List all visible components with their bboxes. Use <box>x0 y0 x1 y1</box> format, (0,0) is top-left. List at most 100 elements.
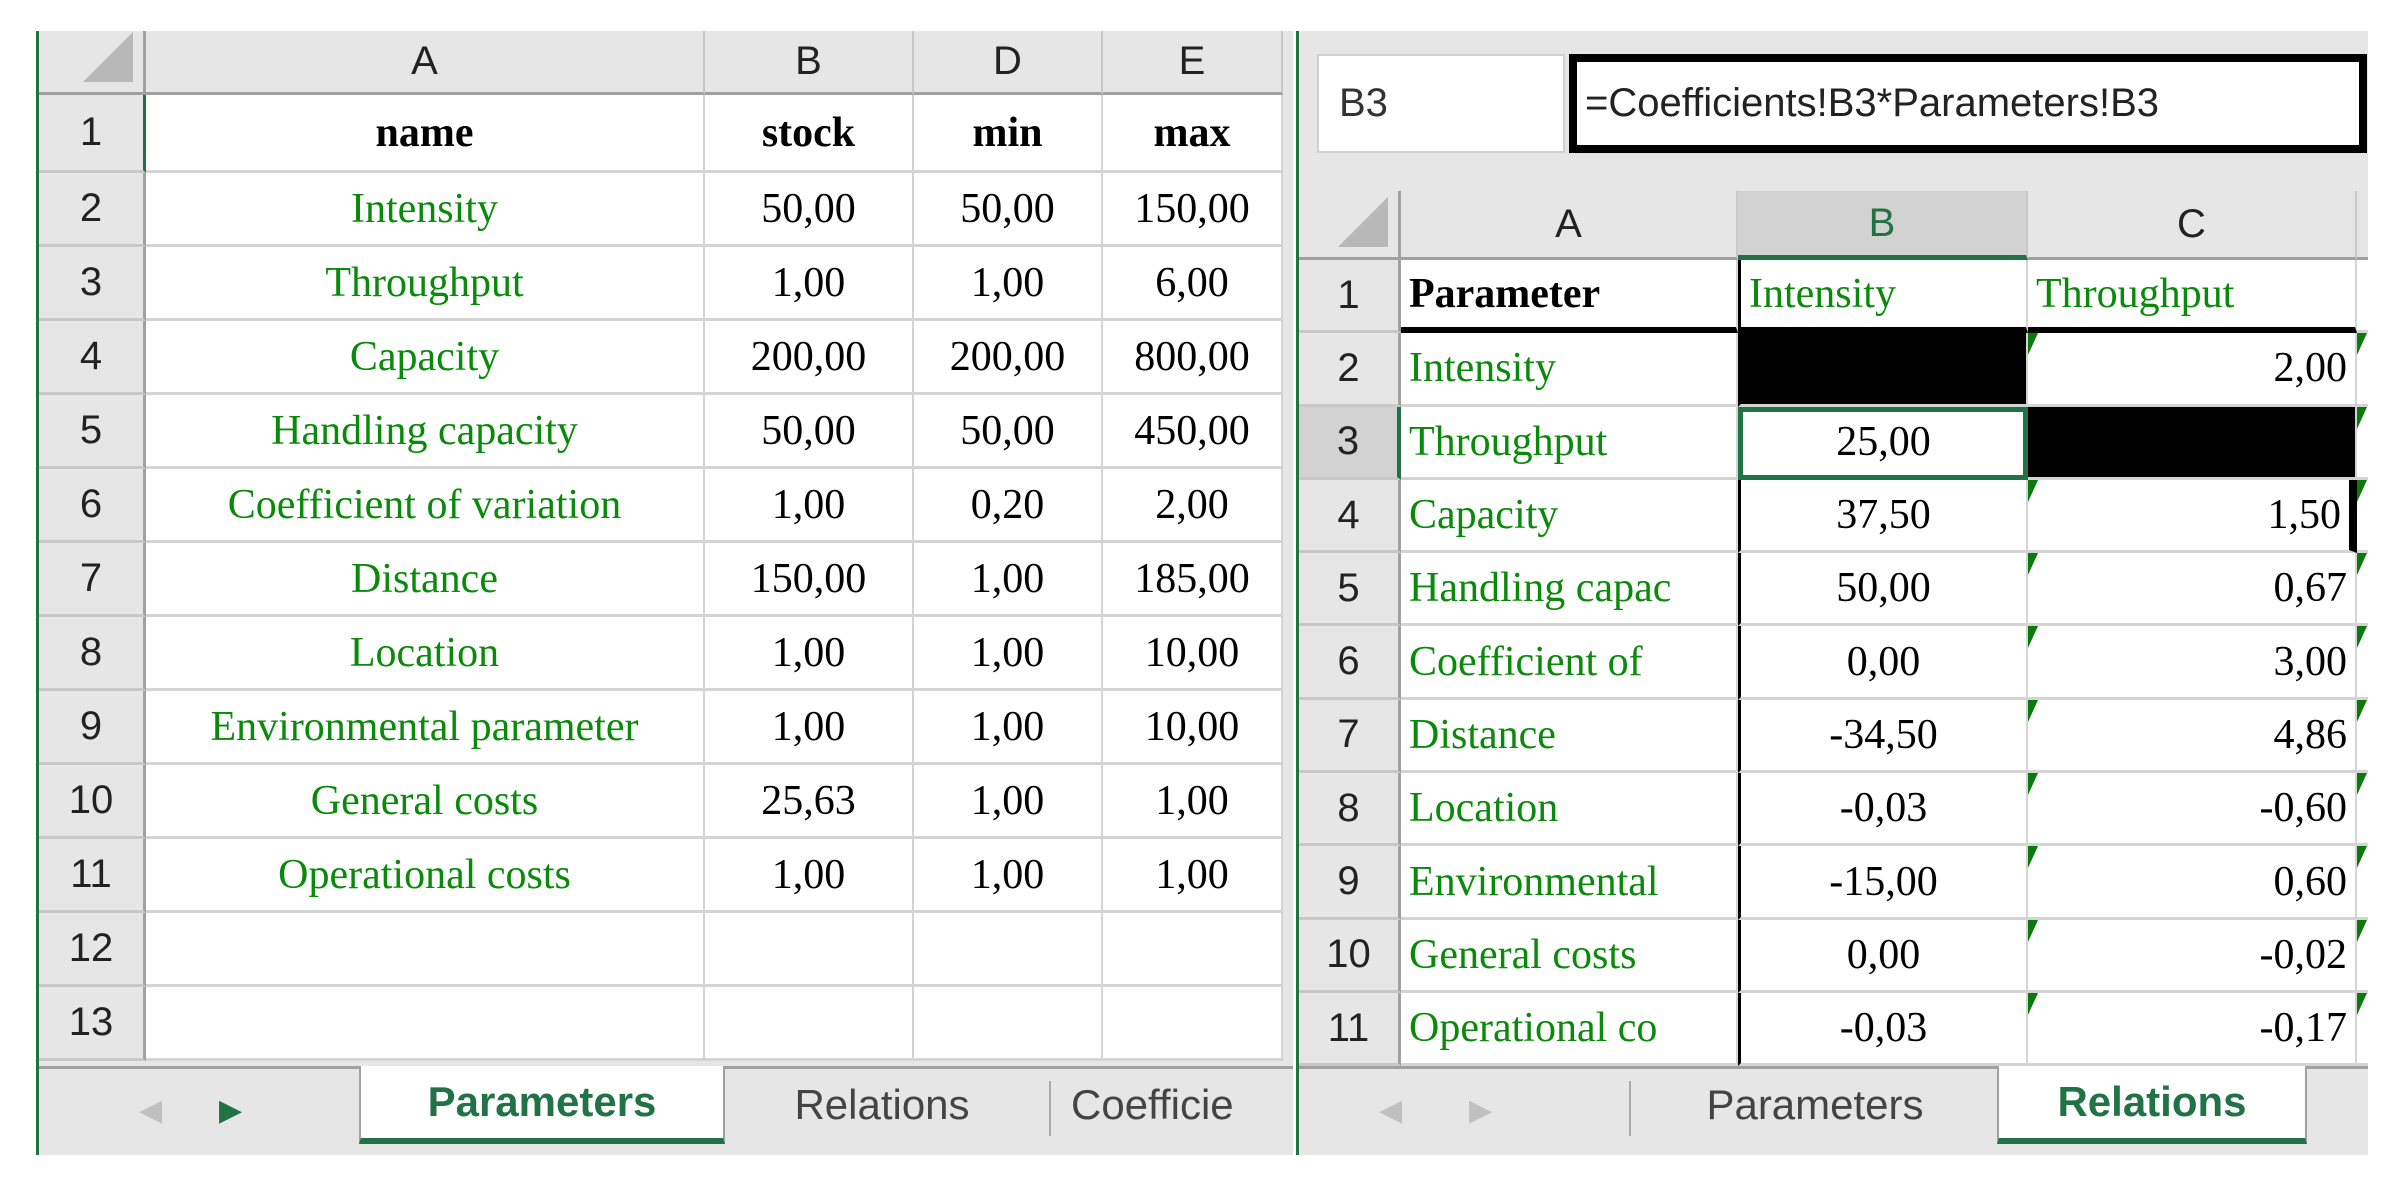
cell-d[interactable] <box>2357 846 2368 920</box>
column-header-a[interactable]: A <box>146 31 705 95</box>
cell[interactable]: -0,03 <box>1738 992 2028 1067</box>
row-header-4[interactable]: 4 <box>1299 479 1401 554</box>
cell[interactable]: 3,00 <box>2028 626 2357 700</box>
active-cell[interactable]: 25,00 <box>1738 406 2028 480</box>
cell[interactable]: 2,00 <box>2028 333 2357 407</box>
row-header-11[interactable]: 11 <box>39 839 146 913</box>
cell[interactable] <box>2028 406 2357 480</box>
cell-d[interactable] <box>2357 479 2368 554</box>
cell-d[interactable] <box>2357 699 2368 774</box>
cell[interactable] <box>1103 987 1283 1061</box>
tab-parameters[interactable]: Parameters <box>359 1066 725 1144</box>
cell[interactable]: -0,02 <box>2028 919 2357 993</box>
cell[interactable]: Intensity <box>1738 260 2028 334</box>
cell[interactable]: 50,00 <box>1738 553 2028 627</box>
cell-d[interactable] <box>2357 260 2368 334</box>
cell[interactable]: Coefficient of <box>1401 626 1738 700</box>
cell[interactable]: -0,60 <box>2028 773 2357 847</box>
cell[interactable]: 150,00 <box>1103 173 1283 247</box>
tab-parameters[interactable]: Parameters <box>1633 1066 1997 1144</box>
row-header-8[interactable]: 8 <box>39 617 146 691</box>
cell[interactable]: Throughput <box>146 247 705 321</box>
cell-d[interactable] <box>2357 919 2368 993</box>
cell[interactable]: 200,00 <box>705 321 914 395</box>
row-header-9[interactable]: 9 <box>1299 846 1401 920</box>
row-header-1[interactable]: 1 <box>1299 260 1401 334</box>
cell[interactable]: Environmental <box>1401 846 1738 920</box>
cell-d[interactable] <box>2357 626 2368 700</box>
cell-d[interactable] <box>2357 333 2368 407</box>
cell[interactable]: name <box>146 95 705 173</box>
cell[interactable]: 6,00 <box>1103 247 1283 321</box>
cell[interactable]: 10,00 <box>1103 691 1283 765</box>
select-all-corner[interactable] <box>39 31 146 95</box>
cell[interactable]: min <box>914 95 1103 173</box>
row-header-12[interactable]: 12 <box>39 913 146 987</box>
cell[interactable]: Parameter <box>1401 260 1738 334</box>
cell[interactable]: 1,00 <box>914 247 1103 321</box>
cell[interactable]: 1,00 <box>705 691 914 765</box>
name-box[interactable]: B3 <box>1317 54 1565 153</box>
cell[interactable]: Intensity <box>1401 333 1738 407</box>
cell[interactable]: Handling capac <box>1401 553 1738 627</box>
cell[interactable]: -34,50 <box>1738 699 2028 774</box>
cell-d[interactable] <box>2357 992 2368 1067</box>
cell[interactable]: -15,00 <box>1738 846 2028 920</box>
cell[interactable]: Distance <box>1401 699 1738 774</box>
formula-bar[interactable]: =Coefficients!B3*Parameters!B3 <box>1569 54 2367 153</box>
cell[interactable]: Environmental parameter <box>146 691 705 765</box>
cell[interactable]: Operational costs <box>146 839 705 913</box>
cell[interactable]: 4,86 <box>2028 699 2357 774</box>
cell[interactable]: 0,67 <box>2028 553 2357 627</box>
cell[interactable]: 25,63 <box>705 765 914 839</box>
row-header-2[interactable]: 2 <box>39 173 146 247</box>
cell[interactable]: 50,00 <box>914 173 1103 247</box>
cell[interactable] <box>914 913 1103 987</box>
cell[interactable] <box>705 913 914 987</box>
cell[interactable] <box>146 913 705 987</box>
column-header-c[interactable]: C <box>2028 191 2357 260</box>
row-header-7[interactable]: 7 <box>1299 699 1401 774</box>
cell[interactable]: Location <box>146 617 705 691</box>
cell[interactable]: 1,00 <box>914 765 1103 839</box>
cell[interactable]: 2,00 <box>1103 469 1283 543</box>
row-header-5[interactable]: 5 <box>39 395 146 469</box>
column-header-b[interactable]: B <box>1738 191 2028 260</box>
cell[interactable] <box>705 987 914 1061</box>
row-header-10[interactable]: 10 <box>39 765 146 839</box>
row-header-2[interactable]: 2 <box>1299 333 1401 407</box>
cell[interactable]: 1,00 <box>1103 765 1283 839</box>
cell[interactable]: 1,00 <box>705 469 914 543</box>
cell[interactable]: Capacity <box>1401 479 1738 554</box>
row-header-9[interactable]: 9 <box>39 691 146 765</box>
row-header-3[interactable]: 3 <box>39 247 146 321</box>
cell[interactable]: Coefficient of variation <box>146 469 705 543</box>
column-header-d[interactable] <box>2357 191 2368 260</box>
cell[interactable]: Throughput <box>2028 260 2357 334</box>
cell[interactable]: Distance <box>146 543 705 617</box>
scroll-right-arrow-icon[interactable]: ▶ <box>219 1093 242 1128</box>
tab-coefficients[interactable]: Coefficie <box>1059 1066 1293 1144</box>
column-header-b[interactable]: B <box>705 31 914 95</box>
tab-relations[interactable]: Relations <box>1997 1066 2307 1144</box>
scroll-right-arrow-icon[interactable]: ▶ <box>1469 1093 1492 1128</box>
column-header-d[interactable]: D <box>914 31 1103 95</box>
cell[interactable]: -0,03 <box>1738 773 2028 847</box>
cell[interactable]: Location <box>1401 773 1738 847</box>
row-header-8[interactable]: 8 <box>1299 773 1401 847</box>
cell[interactable]: 150,00 <box>705 543 914 617</box>
row-header-1[interactable]: 1 <box>39 95 146 173</box>
cell[interactable]: 37,50 <box>1738 479 2028 554</box>
row-header-7[interactable]: 7 <box>39 543 146 617</box>
cell[interactable]: stock <box>705 95 914 173</box>
cell[interactable]: 50,00 <box>914 395 1103 469</box>
row-header-3[interactable]: 3 <box>1299 406 1401 480</box>
cell[interactable] <box>1738 333 2028 407</box>
row-header-5[interactable]: 5 <box>1299 553 1401 627</box>
cell-d[interactable] <box>2357 773 2368 847</box>
column-header-a[interactable]: A <box>1401 191 1738 260</box>
cell[interactable]: 200,00 <box>914 321 1103 395</box>
cell[interactable]: 1,50 <box>2028 479 2357 554</box>
cell[interactable]: 450,00 <box>1103 395 1283 469</box>
cell[interactable]: Intensity <box>146 173 705 247</box>
